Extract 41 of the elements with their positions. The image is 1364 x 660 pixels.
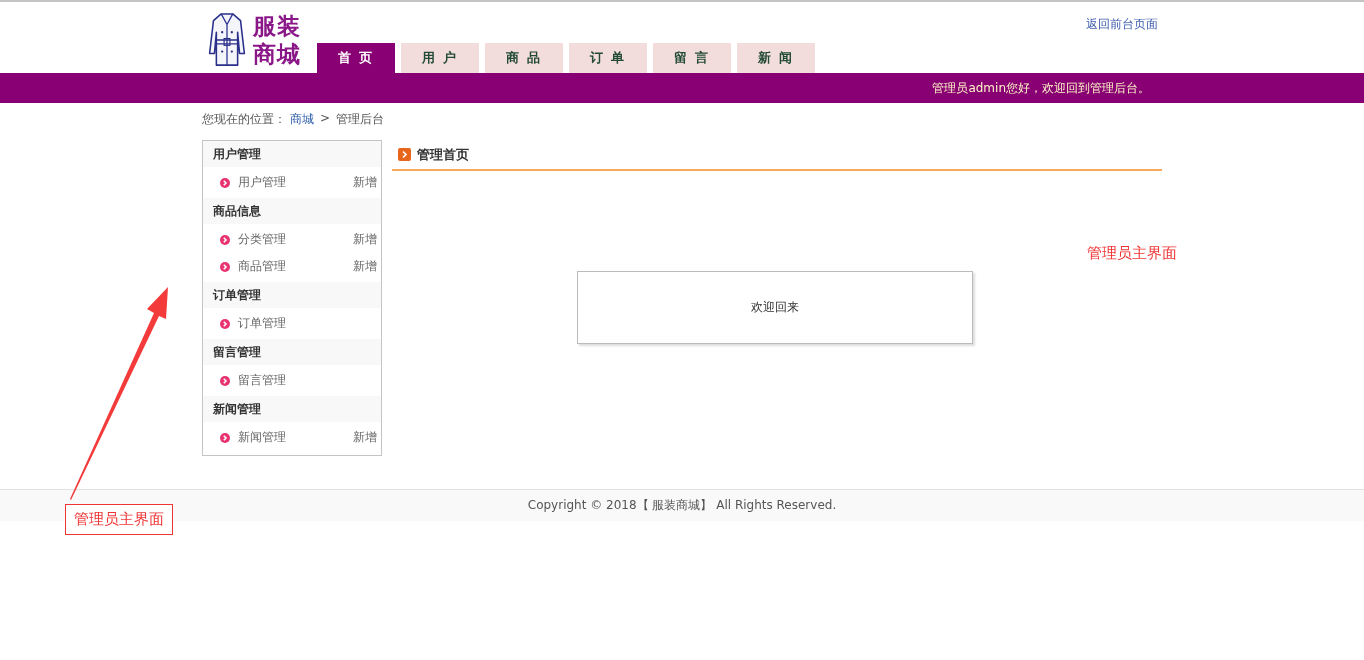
breadcrumb-label: 您现在的位置：: [202, 111, 286, 128]
logo-text: 服装 商城: [253, 12, 302, 68]
nav-tab[interactable]: 留 言: [653, 43, 731, 73]
sidebar-link[interactable]: 商品管理: [238, 258, 353, 275]
welcome-text: 欢迎回来: [750, 299, 799, 316]
nav-tab[interactable]: 商 品: [485, 43, 563, 73]
sidebar-link[interactable]: 订单管理: [238, 315, 377, 332]
copyright-text: Copyright © 2018【 服装商城】 All Rights Reserved.: [527, 497, 837, 514]
sidebar-link[interactable]: 分类管理: [238, 231, 353, 248]
sidebar-heading: 新闻管理: [203, 396, 381, 422]
add-link[interactable]: 新增: [353, 429, 377, 446]
sidebar-heading: 订单管理: [203, 282, 381, 308]
breadcrumb-link[interactable]: 商城: [290, 111, 314, 128]
chevron-icon: [398, 148, 411, 161]
breadcrumb-current: 管理后台: [336, 111, 385, 128]
nav-tab[interactable]: 订 单: [569, 43, 647, 73]
chevron-icon: [220, 432, 230, 443]
breadcrumb-separator: >: [320, 111, 331, 125]
section-title: 管理首页: [417, 145, 469, 164]
nav-tab[interactable]: 首 页: [317, 43, 395, 73]
nav-tab[interactable]: 新 闻: [737, 43, 815, 73]
add-link[interactable]: 新增: [353, 174, 377, 191]
coat-icon: [207, 11, 247, 69]
add-link[interactable]: 新增: [353, 231, 377, 248]
nav-tab[interactable]: 用 户: [401, 43, 479, 73]
chevron-icon: [220, 261, 230, 272]
add-link[interactable]: 新增: [353, 258, 377, 275]
sidebar-link[interactable]: 新闻管理: [238, 429, 353, 446]
back-link[interactable]: 返回前台页面: [1086, 16, 1158, 33]
sidebar-link[interactable]: 留言管理: [238, 372, 377, 389]
annotation-label: 管理员主界面: [65, 504, 173, 535]
chevron-icon: [220, 234, 230, 245]
chevron-icon: [220, 318, 230, 329]
sidebar-heading: 用户管理: [203, 141, 381, 167]
sidebar-heading: 商品信息: [203, 198, 381, 224]
greeting-text: 管理员admin您好，欢迎回到管理后台。: [932, 79, 1150, 97]
chevron-icon: [220, 375, 230, 386]
sidebar-heading: 留言管理: [203, 339, 381, 365]
annotation-label: 管理员主界面: [1086, 243, 1178, 264]
chevron-icon: [220, 177, 230, 188]
sidebar-link[interactable]: 用户管理: [238, 174, 353, 191]
